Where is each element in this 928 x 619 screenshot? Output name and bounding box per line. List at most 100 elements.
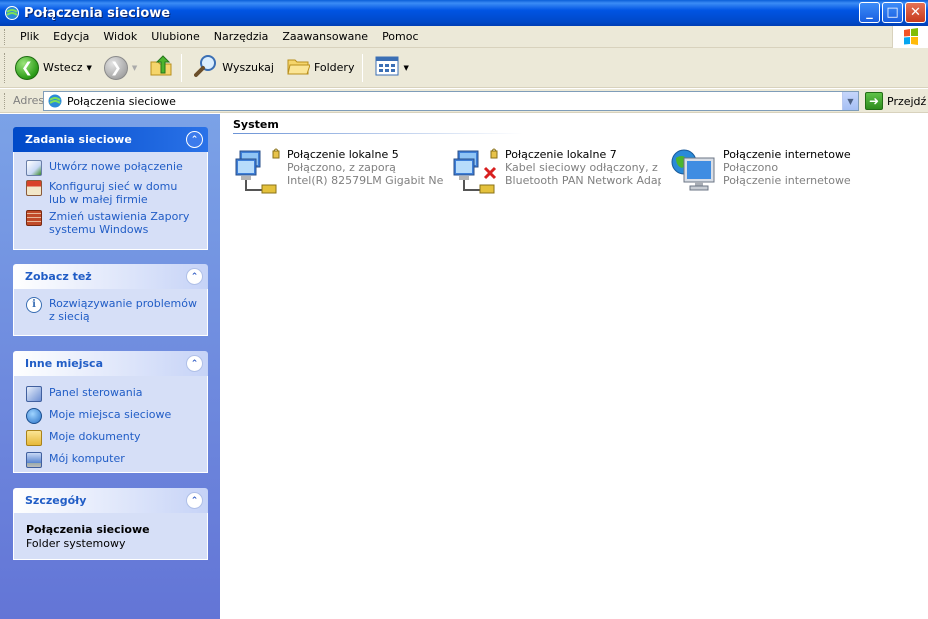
menu-bar: Plik Edycja Widok Ulubione Narzędzia Zaa… — [0, 26, 928, 48]
toolbar-separator — [362, 53, 364, 82]
connection-name: Połączenie lokalne 5 — [287, 148, 399, 161]
see-also-header[interactable]: Zobacz też ⌃ — [13, 264, 208, 289]
internet-gateway-icon — [670, 148, 718, 196]
place-my-computer[interactable]: Mój komputer — [26, 452, 197, 468]
lan-connection-icon — [234, 148, 282, 196]
folder-up-icon — [149, 54, 173, 81]
forward-button[interactable]: ❯ ▼ — [100, 52, 141, 84]
collapse-icon[interactable]: ⌃ — [186, 355, 203, 372]
network-tasks-panel: Zadania sieciowe ⌃ Utwórz nowe połączeni… — [13, 127, 208, 250]
connection-status: Kabel sieciowy odłączony, z z... — [505, 161, 661, 174]
collapse-icon[interactable]: ⌃ — [186, 131, 203, 148]
toolbar-separator — [181, 53, 183, 82]
menu-favorites[interactable]: Ulubione — [144, 30, 207, 43]
network-connections-icon — [47, 93, 63, 109]
connection-name: Połączenie internetowe — [723, 148, 851, 161]
collapse-icon[interactable]: ⌃ — [186, 268, 203, 285]
details-header[interactable]: Szczegóły ⌃ — [13, 488, 208, 513]
search-button[interactable]: Wyszukaj — [190, 52, 278, 84]
other-places-header[interactable]: Inne miejsca ⌃ — [13, 351, 208, 376]
collapse-icon[interactable]: ⌃ — [186, 492, 203, 509]
address-input[interactable]: Połączenia sieciowe ▼ — [43, 91, 859, 111]
network-connections-icon — [4, 5, 20, 21]
search-label: Wyszukaj — [222, 61, 274, 74]
menu-view[interactable]: Widok — [96, 30, 144, 43]
group-header: System — [233, 118, 279, 131]
network-places-icon — [26, 408, 42, 424]
panel-title: Szczegóły — [25, 494, 87, 507]
folders-icon — [286, 54, 311, 81]
address-bar: Adres Połączenia sieciowe ▼ ➜ Przejdź — [0, 89, 928, 113]
task-label: Mój komputer — [49, 452, 125, 465]
maximize-icon: □ — [886, 5, 899, 20]
back-dropdown-icon[interactable]: ▼ — [87, 64, 92, 72]
forward-dropdown-icon[interactable]: ▼ — [132, 64, 137, 72]
details-name: Połączenia sieciowe — [26, 523, 150, 536]
address-dropdown-button[interactable]: ▼ — [842, 92, 858, 110]
new-connection-icon — [26, 160, 42, 176]
connection-status: Połączono, z zaporą — [287, 161, 396, 174]
details-type: Folder systemowy — [26, 537, 126, 550]
views-icon — [375, 56, 399, 79]
back-label: Wstecz — [43, 61, 83, 74]
menu-help[interactable]: Pomoc — [375, 30, 425, 43]
toolbar-grip[interactable] — [4, 52, 7, 83]
place-control-panel[interactable]: Panel sterowania — [26, 386, 197, 402]
task-home-network[interactable]: Konfiguruj sieć w domu lub w małej firmi… — [26, 180, 197, 206]
connection-name: Połączenie lokalne 7 — [505, 148, 617, 161]
standard-toolbar: ❮ Wstecz ▼ ❯ ▼ Wyszukaj Foldery ▼ — [0, 48, 928, 88]
menu-grip[interactable] — [4, 28, 7, 45]
menu-file[interactable]: Plik — [13, 30, 46, 43]
folders-label: Foldery — [313, 61, 355, 74]
lan-connection-disconnected-icon — [452, 148, 500, 196]
back-button[interactable]: ❮ Wstecz ▼ — [11, 52, 96, 84]
place-my-documents[interactable]: Moje dokumenty — [26, 430, 197, 446]
control-panel-icon — [26, 386, 42, 402]
details-panel: Szczegóły ⌃ Połączenia sieciowe Folder s… — [13, 488, 208, 560]
back-arrow-icon: ❮ — [15, 55, 39, 80]
address-label: Adres — [13, 94, 45, 107]
maximize-button[interactable]: □ — [882, 2, 903, 23]
connection-device: Połączenie internetowe — [723, 174, 851, 187]
firewall-icon — [26, 210, 42, 226]
file-list-view[interactable]: System Połączenie lokalne 5 Połączono, z… — [220, 114, 928, 619]
task-label: Utwórz nowe połączenie — [49, 160, 183, 173]
task-label: Panel sterowania — [49, 386, 143, 399]
up-button[interactable] — [145, 52, 177, 84]
connection-device: Intel(R) 82579LM Gigabit Net... — [287, 174, 443, 187]
menu-tools[interactable]: Narzędzia — [207, 30, 276, 43]
menu-advanced[interactable]: Zaawansowane — [275, 30, 375, 43]
minimize-button[interactable]: _ — [859, 2, 880, 23]
network-tasks-header[interactable]: Zadania sieciowe ⌃ — [13, 127, 208, 152]
task-firewall-settings[interactable]: Zmień ustawienia Zapory systemu Windows — [26, 210, 197, 236]
connection-item[interactable]: Połączenie internetowe Połączono Połącze… — [670, 148, 880, 200]
close-icon: ✕ — [910, 5, 921, 20]
connection-status: Połączono — [723, 161, 779, 174]
place-network-places[interactable]: Moje miejsca sieciowe — [26, 408, 197, 424]
task-label: Moje miejsca sieciowe — [49, 408, 172, 421]
task-pane: Zadania sieciowe ⌃ Utwórz nowe połączeni… — [0, 114, 220, 619]
go-button[interactable]: ➜ Przejdź — [865, 92, 926, 110]
address-grip[interactable] — [4, 92, 7, 109]
connection-item[interactable]: Połączenie lokalne 5 Połączono, z zaporą… — [234, 148, 444, 200]
task-create-connection[interactable]: Utwórz nowe połączenie — [26, 160, 197, 176]
title-bar[interactable]: Połączenia sieciowe _ □ ✕ — [0, 0, 928, 26]
group-divider — [233, 133, 523, 134]
menu-edit[interactable]: Edycja — [46, 30, 96, 43]
other-places-panel: Inne miejsca ⌃ Panel sterowania Moje mie… — [13, 351, 208, 473]
connection-device: Bluetooth PAN Network Adapter — [505, 174, 661, 187]
views-dropdown-icon[interactable]: ▼ — [403, 64, 408, 72]
views-button[interactable]: ▼ — [371, 52, 412, 84]
forward-arrow-icon: ❯ — [103, 55, 128, 80]
address-value: Połączenia sieciowe — [67, 94, 176, 108]
close-button[interactable]: ✕ — [905, 2, 926, 23]
task-label: Konfiguruj sieć w domu lub w małej firmi… — [49, 180, 178, 206]
folders-button[interactable]: Foldery — [282, 52, 359, 84]
search-icon — [194, 54, 218, 81]
task-troubleshoot[interactable]: i Rozwiązywanie problemów z siecią — [26, 297, 197, 323]
windows-logo-icon — [892, 26, 928, 48]
connection-item[interactable]: Połączenie lokalne 7 Kabel sieciowy odłą… — [452, 148, 662, 200]
my-documents-icon — [26, 430, 42, 446]
panel-title: Inne miejsca — [25, 357, 103, 370]
my-computer-icon — [26, 452, 42, 468]
